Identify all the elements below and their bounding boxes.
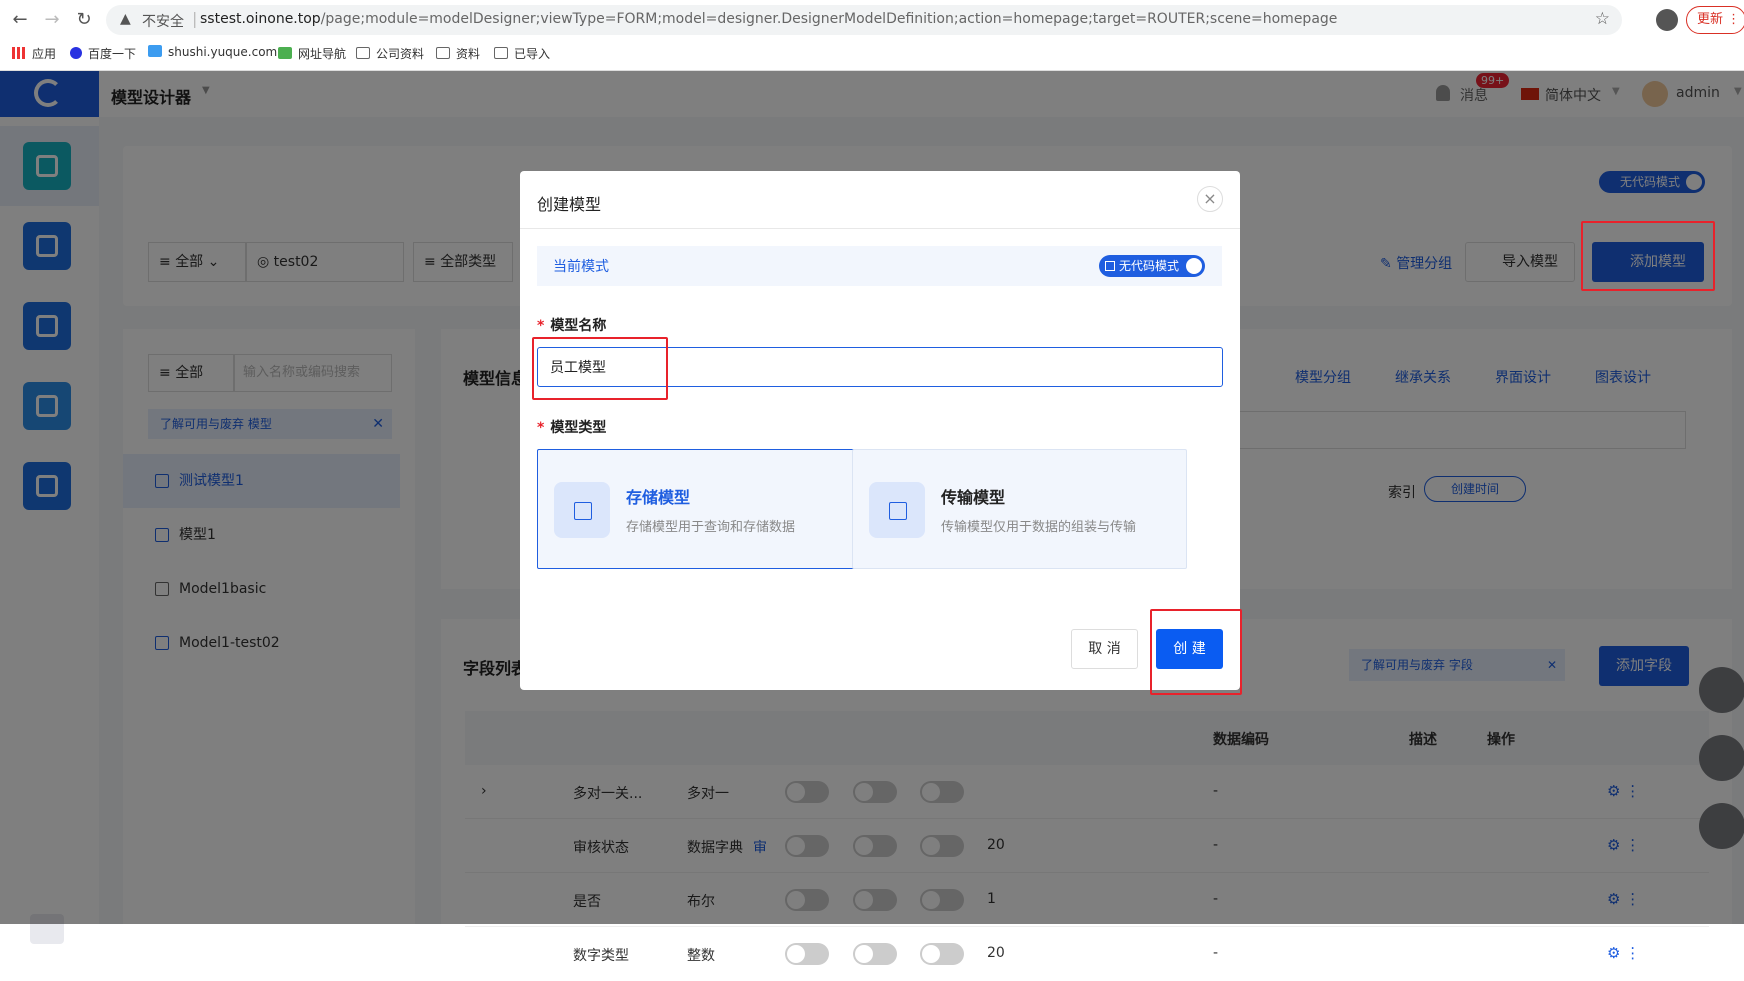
type-desc: 传输模型仅用于数据的组装与传输 [941,520,1137,535]
data-code: - [1213,945,1219,961]
bookmark-star-icon[interactable]: ☆ [1595,9,1610,29]
bookmark-label: shushi.yuque.com [168,45,278,59]
mode-label: 当前模式 [553,259,609,275]
bookmark-label: 公司资料 [376,47,425,61]
update-label: 更新 [1697,12,1724,27]
bookmark-baidu[interactable]: 百度一下 [70,45,136,62]
bookmark-label: 百度一下 [88,47,137,61]
bookmark-yuque[interactable]: shushi.yuque.com [148,45,277,59]
bookmark-company[interactable]: 公司资料 [356,45,424,62]
apps-grid-icon [12,47,26,59]
field-type: 整数 [687,948,715,964]
row-actions-icon[interactable]: ⚙ ⋮ [1607,944,1640,962]
nav-icon [278,47,292,59]
dialog-title: 创建模型 [537,195,602,214]
highlight-create-button [1150,609,1242,695]
monitor-icon [869,482,925,538]
model-name-label-text: 模型名称 [550,318,607,334]
bookmark-materials[interactable]: 资料 [436,45,480,62]
address-bar[interactable]: ▲ 不安全 | sstest.oinone.top/page;module=mo… [106,5,1622,35]
folder-icon [356,47,370,59]
url-host: sstest.oinone.top [200,11,321,27]
create-model-dialog: 创建模型 × 当前模式 无代码模式 * 模型名称 * 模型类型 存储模型 存储模型用… [520,171,1240,690]
type-desc: 存储模型用于查询和存储数据 [626,520,796,535]
mode-bar: 当前模式 无代码模式 [537,246,1222,286]
storage-model-card[interactable]: 存储模型 存储模型用于查询和存储数据 [537,449,872,569]
grid-icon [1105,261,1115,271]
browser-chrome: ← → ↻ ▲ 不安全 | sstest.oinone.top/page;mod… [0,0,1744,71]
nocode-mode-toggle[interactable]: 无代码模式 [1099,255,1205,277]
model-type-label: * 模型类型 [537,417,606,437]
table-row[interactable]: 数字类型 整数 20 - ⚙ ⋮ [441,927,1732,981]
cancel-button[interactable]: 取 消 [1071,629,1138,669]
back-icon[interactable]: ← [8,8,32,32]
bookmark-label: 资料 [456,47,481,61]
highlight-add-model [1581,221,1715,291]
baidu-icon [70,47,82,59]
yuque-icon [148,45,162,57]
update-button[interactable]: 更新 ⋮ [1686,6,1744,34]
warning-icon: ▲ [120,11,131,27]
required-mark: * [537,318,545,334]
type-name: 传输模型 [941,488,1006,507]
insecure-label: 不安全 [142,14,184,30]
field-length: 20 [987,945,1005,961]
field-name: 数字类型 [573,948,629,964]
transfer-model-card[interactable]: 传输模型 传输模型仅用于数据的组装与传输 [852,449,1187,569]
toggle[interactable] [920,943,964,965]
model-type-label-text: 模型类型 [550,420,607,436]
close-icon[interactable]: × [1197,186,1223,212]
divider [520,228,1240,229]
folder-icon [494,47,508,59]
bookmark-nav[interactable]: 网址导航 [278,45,346,62]
reload-icon[interactable]: ↻ [72,8,96,32]
bookmark-label: 已导入 [514,47,551,61]
folder-icon [436,47,450,59]
bookmarks-bar: 应用 百度一下 shushi.yuque.com 网址导航 公司资料 资料 已导… [0,40,1744,70]
bookmark-imported[interactable]: 已导入 [494,45,550,62]
highlight-name-input [532,337,668,400]
forward-icon[interactable]: → [40,8,64,32]
browser-toolbar: ← → ↻ ▲ 不安全 | sstest.oinone.top/page;mod… [0,0,1744,40]
url-path: /page;module=modelDesigner;viewType=FORM… [320,11,1338,27]
model-name-label: * 模型名称 [537,315,606,335]
mode-toggle-label: 无代码模式 [1119,259,1180,273]
bookmark-apps[interactable]: 应用 [12,45,56,62]
url-text: sstest.oinone.top/page;module=modelDesig… [200,11,1337,27]
profile-icon[interactable] [1656,9,1678,31]
toggle[interactable] [785,943,829,965]
required-mark: * [537,420,545,436]
toggle[interactable] [853,943,897,965]
url-separator: | [192,9,198,28]
table-icon [554,482,610,538]
bookmark-label: 网址导航 [298,47,347,61]
type-name: 存储模型 [626,488,691,507]
bookmark-label: 应用 [32,47,57,61]
